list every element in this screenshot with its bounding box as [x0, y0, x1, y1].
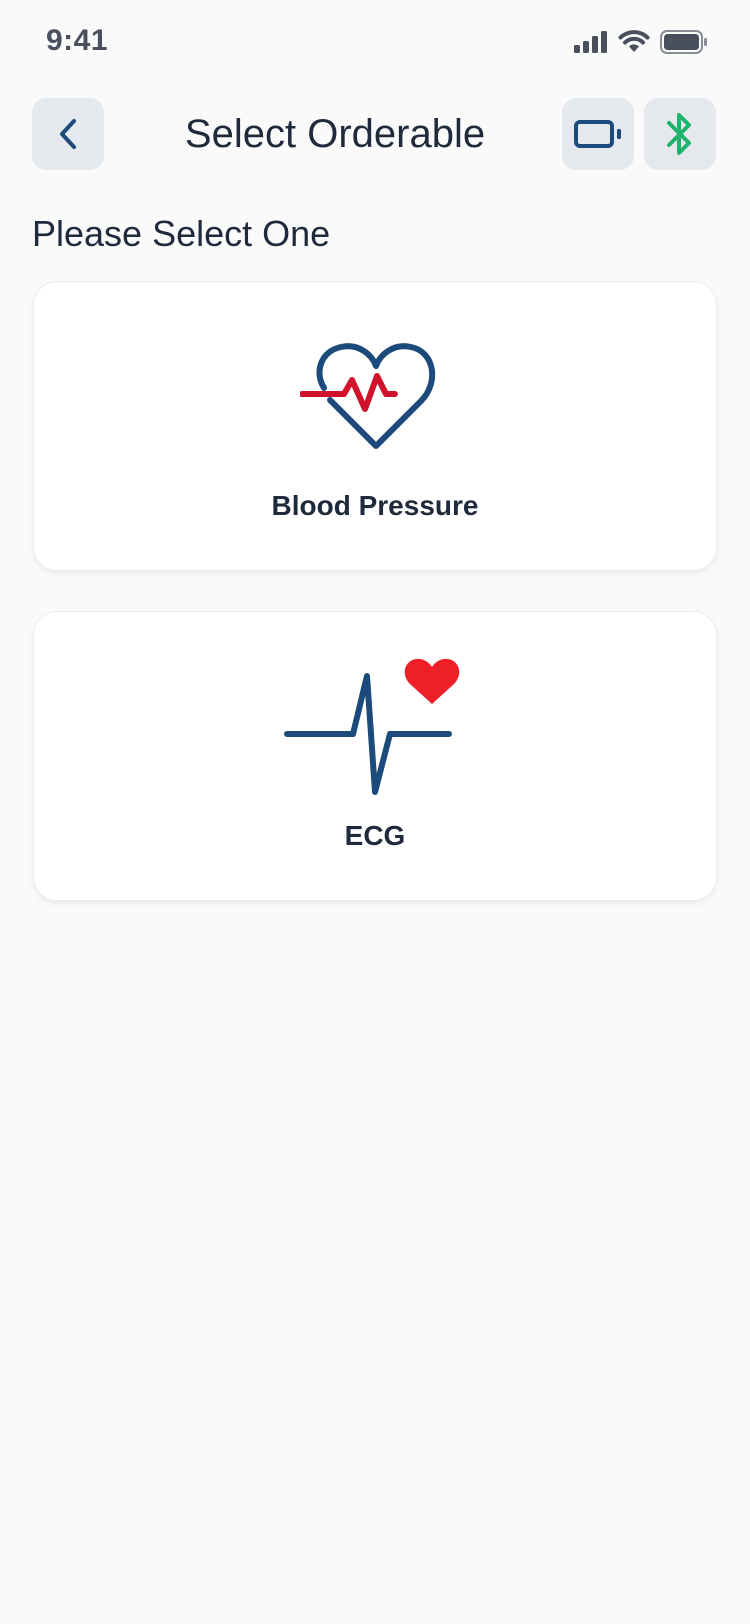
wifi-icon — [618, 30, 650, 52]
page-title: Select Orderable — [184, 112, 486, 156]
option-card-blood-pressure[interactable]: Blood Pressure — [33, 281, 717, 571]
header: Select Orderable — [0, 98, 750, 170]
chevron-left-icon — [60, 119, 76, 149]
bluetooth-button[interactable] — [644, 98, 716, 170]
back-button[interactable] — [32, 98, 104, 170]
card-icon-wrapper — [34, 656, 716, 796]
signal-icon — [574, 31, 607, 53]
status-bar: 9:41 — [0, 0, 750, 88]
heart-pulse-icon — [300, 343, 436, 449]
bluetooth-icon — [667, 113, 691, 155]
device-button[interactable] — [562, 98, 634, 170]
card-label: Blood Pressure — [271, 490, 479, 521]
ecg-heart-icon — [284, 658, 460, 795]
card-label: ECG — [344, 820, 406, 851]
section-heading: Please Select One — [32, 213, 331, 254]
battery-icon — [660, 30, 707, 54]
option-card-ecg[interactable]: ECG — [33, 611, 717, 901]
device-icon — [574, 120, 621, 148]
status-icons — [574, 30, 708, 54]
card-icon-wrapper — [34, 336, 716, 460]
status-time: 9:41 — [46, 24, 109, 57]
